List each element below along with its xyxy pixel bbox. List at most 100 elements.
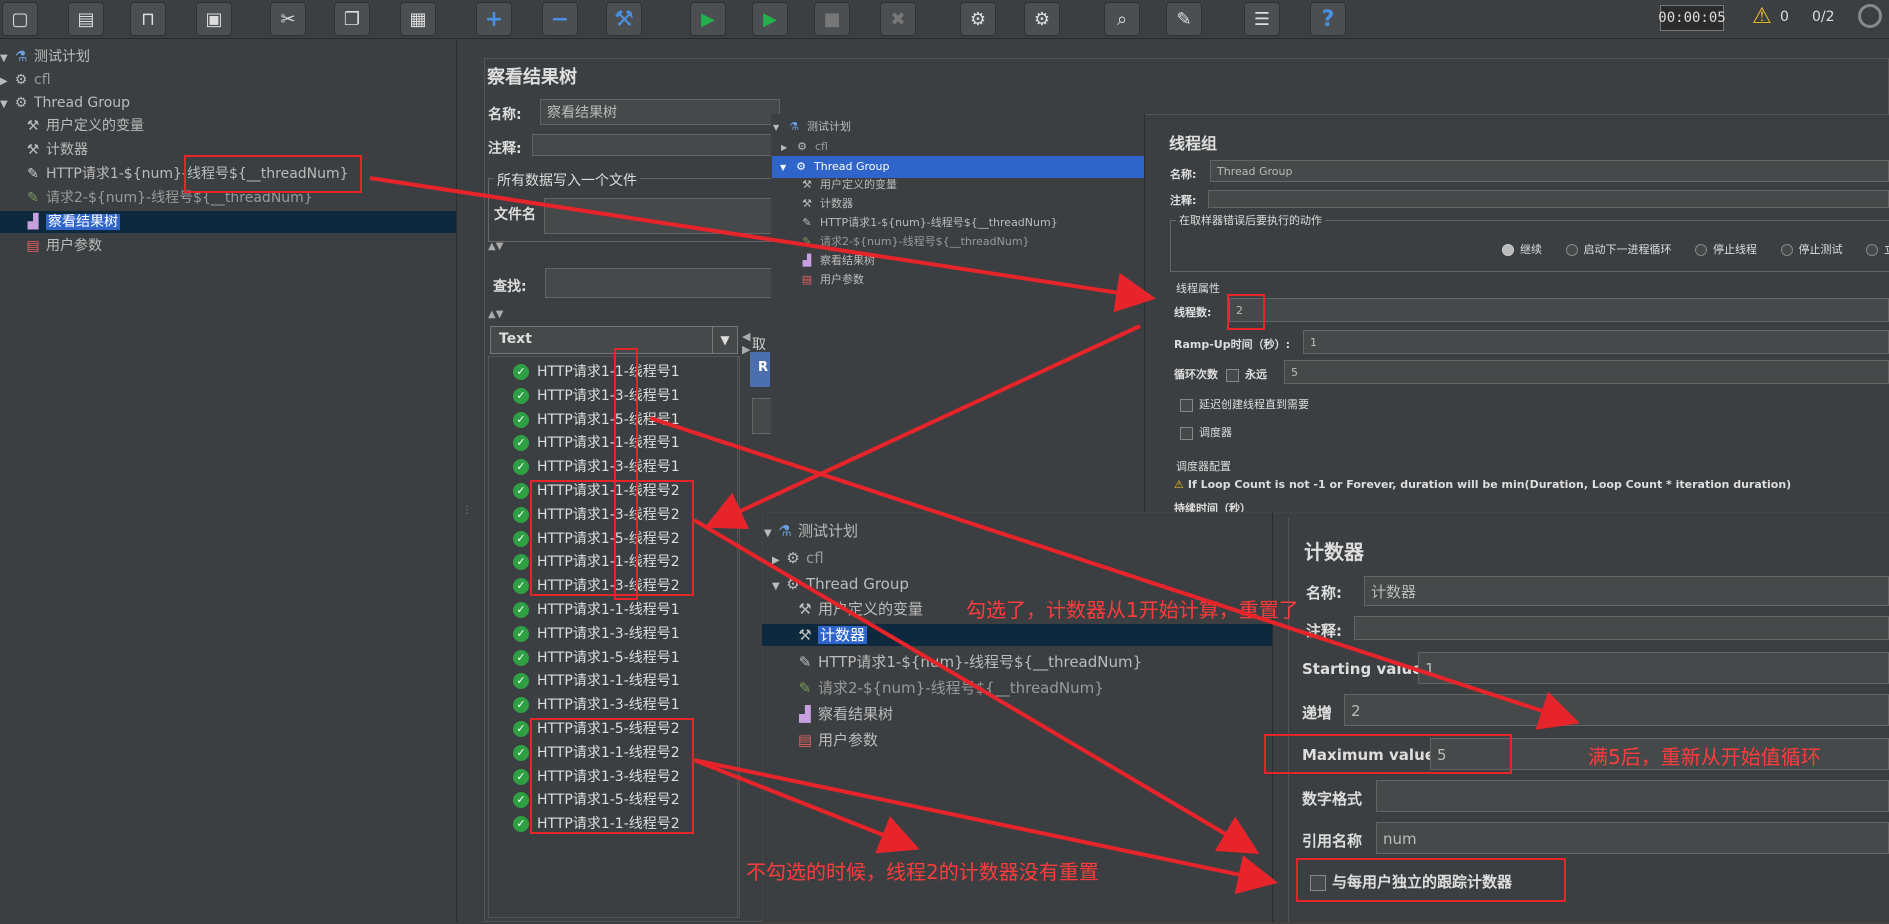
per-user-checkbox[interactable] [1310, 874, 1326, 891]
tg-rampup-input[interactable]: 1 [1303, 330, 1889, 354]
tg-loop-row: 循环次数 永远 [1174, 368, 1267, 382]
result-row[interactable]: ✓ HTTP请求1-3-线程号2 [513, 765, 680, 789]
clear-icon[interactable]: ⚙ [960, 2, 996, 36]
result-row[interactable]: ✓ HTTP请求1-1-线程号1 [513, 360, 680, 384]
result-row[interactable]: ✓ HTTP请求1-5-线程号2 [513, 527, 680, 551]
result-row[interactable]: ✓ HTTP请求1-3-线程号2 [513, 574, 680, 598]
tree-node-http1[interactable]: ✎ HTTP请求1-${num}-线程号${__threadNum} [24, 163, 348, 185]
ct-tree-cfl[interactable]: ▶ ⚙ cfl [772, 547, 824, 569]
new-icon[interactable]: ▢ [2, 2, 38, 36]
result-row[interactable]: ✓ HTTP请求1-3-线程号1 [513, 455, 680, 479]
result-row[interactable]: ✓ HTTP请求1-5-线程号1 [513, 646, 680, 670]
help-icon[interactable]: ? [1310, 2, 1346, 36]
tg-loop-input[interactable]: 5 [1284, 360, 1889, 384]
ct-tree-view-results[interactable]: ▟ 察看结果树 [796, 703, 893, 725]
start-icon[interactable]: ▶ [690, 2, 726, 36]
result-row[interactable]: ✓ HTTP请求1-1-线程号2 [513, 741, 680, 765]
tg-tree-test-plan[interactable]: ▼ ⚗ 测试计划 [773, 116, 851, 138]
save-icon[interactable]: ▣ [196, 2, 232, 36]
warning-icon[interactable]: ⚠ [1752, 4, 1772, 29]
success-shield-icon: ✓ [513, 578, 529, 595]
flask-icon: ⚗ [14, 49, 28, 65]
ct-tree-user-params[interactable]: ▤ 用户参数 [796, 729, 878, 751]
toggle-icon[interactable]: ⚒ [606, 2, 642, 36]
result-row[interactable]: ✓ HTTP请求1-1-线程号2 [513, 812, 680, 836]
tree-node-view-results[interactable]: ▟ 察看结果树 [0, 211, 456, 233]
tree-node-cfl[interactable]: ▶ ⚙ cfl [0, 69, 51, 91]
result-row[interactable]: ✓ HTTP请求1-5-线程号2 [513, 788, 680, 812]
scheduler-checkbox[interactable] [1180, 426, 1193, 440]
expand-icon[interactable]: + [476, 2, 512, 36]
document-icon: ▤ [26, 238, 40, 254]
templates-icon[interactable]: ▤ [68, 2, 104, 36]
ct-tree-counter[interactable]: ⚒ 计数器 [762, 624, 1272, 646]
open-icon[interactable]: ⊓ [130, 2, 166, 36]
collapse-arrows-icon[interactable]: ▲▼ [488, 241, 503, 252]
tg-name-input[interactable]: Thread Group [1210, 160, 1889, 182]
radio-stop-thread[interactable] [1695, 244, 1707, 256]
result-row[interactable]: ✓ HTTP请求1-1-线程号1 [513, 669, 680, 693]
ct-name-input[interactable]: 计数器 [1364, 576, 1889, 606]
ct-start-input[interactable]: 1 [1418, 652, 1889, 684]
ct-comment-input[interactable] [1354, 616, 1889, 640]
shutdown-icon[interactable]: ✖ [880, 2, 916, 36]
ct-incr-input[interactable]: 2 [1344, 694, 1889, 726]
success-shield-icon: ✓ [513, 625, 529, 642]
tree-node-user-params[interactable]: ▤ 用户参数 [24, 235, 102, 257]
result-row[interactable]: ✓ HTTP请求1-1-线程号2 [513, 479, 680, 503]
result-row[interactable]: ✓ HTTP请求1-3-线程号1 [513, 622, 680, 646]
name-input[interactable]: 察看结果树 [540, 99, 780, 125]
search-input[interactable] [545, 268, 780, 298]
tg-comment-input[interactable] [1208, 190, 1889, 208]
copy-icon[interactable]: ❐ [334, 2, 370, 36]
result-row[interactable]: ✓ HTTP请求1-5-线程号2 [513, 717, 680, 741]
function-helper-icon[interactable]: ☰ [1244, 2, 1280, 36]
tg-tree-user-params[interactable]: ▤ 用户参数 [798, 269, 864, 291]
tab-partial[interactable]: 取 [752, 334, 766, 354]
results-list-scrollbar[interactable] [737, 356, 738, 916]
start-no-pause-icon[interactable]: ▶ [752, 2, 788, 36]
result-row[interactable]: ✓ HTTP请求1-1-线程号1 [513, 431, 680, 455]
radio-next-loop[interactable] [1565, 244, 1578, 256]
collapse-arrows-icon-2[interactable]: ▲▼ [488, 309, 503, 320]
radio-continue[interactable] [1502, 244, 1514, 256]
result-row[interactable]: ✓ HTTP请求1-1-线程号1 [513, 598, 680, 622]
result-row[interactable]: ✓ HTTP请求1-3-线程号1 [513, 693, 680, 717]
stop-icon[interactable]: ■ [814, 2, 850, 36]
splitter-handle-icon[interactable]: ⋮ [462, 505, 472, 516]
renderer-select[interactable]: Text ▼ [490, 326, 738, 354]
paste-icon[interactable]: ▦ [400, 2, 436, 36]
gear-icon: ⚙ [797, 140, 807, 153]
filename-input[interactable] [544, 198, 780, 234]
ct-format-input[interactable] [1376, 780, 1889, 812]
result-row[interactable]: ✓ HTTP请求1-5-线程号1 [513, 408, 680, 432]
tree-node-thread-group[interactable]: ▼ ⚙ Thread Group [0, 92, 130, 114]
comment-input[interactable] [532, 134, 780, 156]
radio-stop-test[interactable] [1780, 244, 1793, 256]
tree-node-test-plan[interactable]: ▼ ⚗ 测试计划 [0, 46, 90, 68]
delay-checkbox[interactable] [1180, 398, 1193, 412]
forever-checkbox[interactable] [1226, 368, 1239, 382]
ct-tree-http1[interactable]: ✎ HTTP请求1-${num}-线程号${__threadNum} [796, 651, 1142, 673]
ct-tree-test-plan[interactable]: ▼ ⚗ 测试计划 [764, 520, 858, 542]
ct-ref-input[interactable]: num [1376, 822, 1889, 854]
clear-all-icon[interactable]: ⚙ [1024, 2, 1060, 36]
ct-tree-http2[interactable]: ✎ 请求2-${num}-线程号${__threadNum} [796, 677, 1104, 699]
tg-tree-cfl[interactable]: ▶ ⚙ cfl [781, 136, 828, 158]
results-list[interactable]: ✓ HTTP请求1-1-线程号1 ✓ HTTP请求1-3-线程号1 ✓ HTTP请求1-5… [488, 356, 740, 918]
tree-node-http2[interactable]: ✎ 请求2-${num}-线程号${__threadNum} [24, 187, 313, 209]
result-row[interactable]: ✓ HTTP请求1-3-线程号1 [513, 384, 680, 408]
radio-stop-now[interactable] [1866, 244, 1878, 256]
tree-node-user-vars[interactable]: ⚒ 用户定义的变量 [24, 115, 144, 137]
result-row[interactable]: ✓ HTTP请求1-3-线程号2 [513, 503, 680, 527]
reset-search-icon[interactable]: ✎ [1166, 2, 1202, 36]
result-row[interactable]: ✓ HTTP请求1-1-线程号2 [513, 550, 680, 574]
tab-selected[interactable]: R [750, 352, 770, 387]
collapse-icon[interactable]: − [542, 2, 578, 36]
search-icon[interactable]: ⌕ [1104, 2, 1140, 36]
tg-threads-input[interactable]: 2 [1229, 298, 1889, 322]
cut-icon[interactable]: ✂ [270, 2, 306, 36]
ct-tree-thread-group[interactable]: ▼ ⚙ Thread Group [772, 573, 909, 595]
ct-tree-user-vars[interactable]: ⚒ 用户定义的变量 [796, 598, 923, 620]
tree-node-counter[interactable]: ⚒ 计数器 [24, 139, 88, 161]
